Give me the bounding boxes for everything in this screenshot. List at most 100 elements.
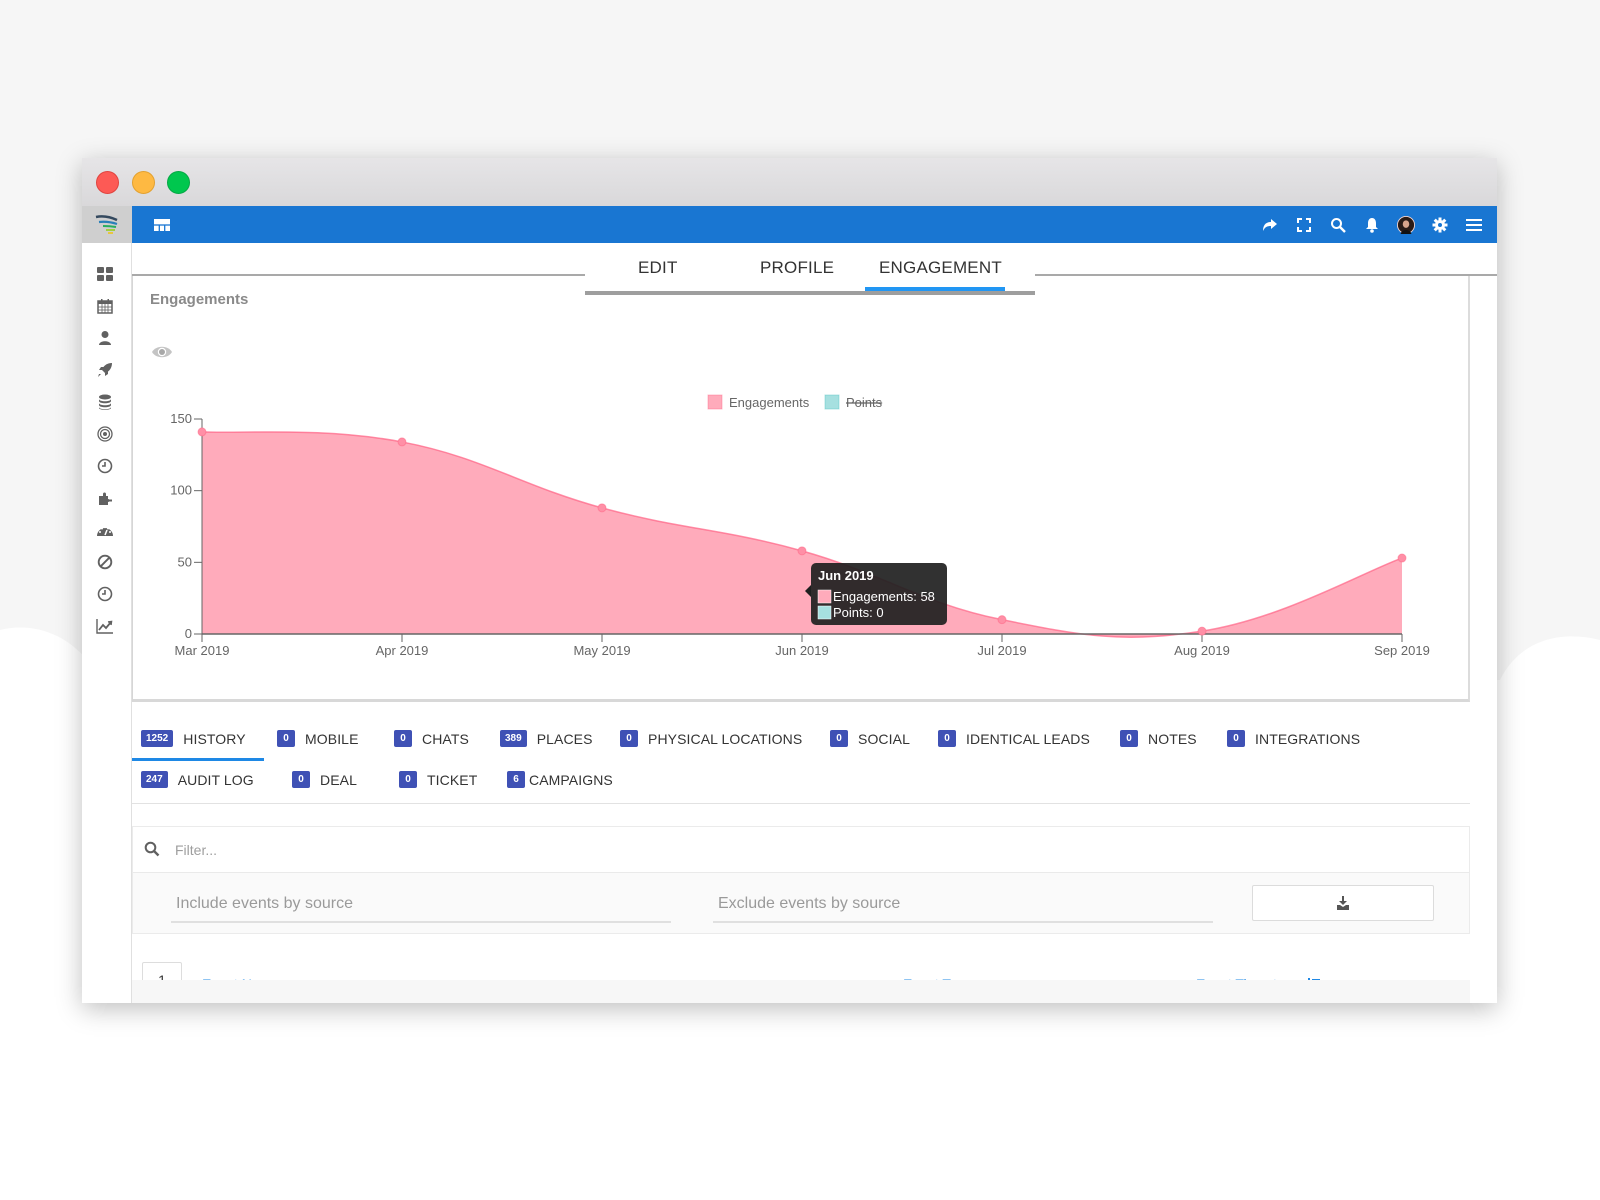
- subtab-label: AUDIT LOG: [177, 771, 254, 788]
- subtab-label: TICKET: [427, 771, 478, 788]
- count-badge: 0: [1120, 730, 1138, 747]
- subtab-label: HISTORY: [183, 730, 246, 747]
- minimize-window-button[interactable]: [132, 171, 155, 194]
- app-window: Engagements 0 50 100 150 Mar 2019 Apr 2019 May…: [82, 158, 1497, 1003]
- subtab-physical-locations[interactable]: 0 PHYSICAL LOCATIONS: [620, 730, 802, 747]
- sidebar-item-timeline[interactable]: [94, 583, 116, 605]
- sidebar-item-analytics[interactable]: [94, 615, 116, 637]
- export-download-button[interactable]: [1252, 885, 1434, 921]
- sidebar-item-targeting[interactable]: [94, 423, 116, 445]
- calendar-icon: [97, 299, 113, 314]
- tab-engagement[interactable]: ENGAGEMENT: [879, 258, 1002, 278]
- tab-profile[interactable]: PROFILE: [760, 258, 834, 278]
- gear-icon: [1432, 217, 1448, 232]
- data-point: [997, 615, 1007, 625]
- count-badge: 6: [507, 771, 525, 788]
- avatar[interactable]: [1397, 215, 1415, 234]
- include-source-input[interactable]: [171, 889, 671, 919]
- sidebar-item-campaigns[interactable]: [94, 359, 116, 381]
- logo-icon: [95, 214, 118, 234]
- subtab-label: MOBILE: [305, 730, 359, 747]
- notifications-button[interactable]: [1363, 216, 1381, 234]
- grid-menu-button[interactable]: [154, 218, 170, 231]
- legend-swatch-points: [824, 394, 840, 410]
- count-badge: 0: [1227, 730, 1245, 747]
- subtab-chats[interactable]: 0 CHATS: [394, 730, 469, 747]
- engagements-area: [202, 431, 1402, 638]
- hamburger-icon: [1466, 218, 1482, 231]
- subtab-notes[interactable]: 0 NOTES: [1120, 730, 1197, 747]
- share-icon: [1263, 218, 1277, 231]
- more-menu-button[interactable]: [1465, 216, 1483, 234]
- subtab-places[interactable]: 389 PLACES: [500, 730, 593, 747]
- line-chart-icon: [96, 619, 113, 634]
- sidebar-item-contacts[interactable]: [94, 327, 116, 349]
- subtab-deal[interactable]: 0 DEAL: [292, 771, 357, 788]
- share-button[interactable]: [1261, 216, 1279, 234]
- close-window-button[interactable]: [96, 171, 119, 194]
- data-point: [1197, 626, 1207, 636]
- count-badge: 0: [620, 730, 638, 747]
- sidebar: [82, 243, 132, 1003]
- sidebar-item-plugins[interactable]: [94, 487, 116, 509]
- x-tick-label: Aug 2019: [1174, 643, 1230, 658]
- subtab-label: PHYSICAL LOCATIONS: [648, 730, 803, 747]
- subtab-integrations[interactable]: 0 INTEGRATIONS: [1227, 730, 1360, 747]
- maximize-window-button[interactable]: [167, 171, 190, 194]
- subtab-label: CAMPAIGNS: [529, 771, 613, 788]
- rocket-icon: [98, 363, 112, 377]
- sidebar-item-reports[interactable]: [94, 519, 116, 541]
- exclude-source-input[interactable]: [713, 889, 1213, 919]
- subtab-identical-leads[interactable]: 0 IDENTICAL LEADS: [938, 730, 1090, 747]
- user-icon: [99, 331, 111, 345]
- tooltip-line-engagements: Engagements: 58: [833, 589, 935, 604]
- data-point: [797, 546, 807, 556]
- count-badge: 389: [500, 730, 527, 747]
- count-badge: 0: [830, 730, 848, 747]
- settings-button[interactable]: [1431, 216, 1449, 234]
- search-button[interactable]: [1329, 216, 1347, 234]
- sidebar-item-calendar[interactable]: [94, 295, 116, 317]
- subtab-label: INTEGRATIONS: [1255, 730, 1361, 747]
- subtab-social[interactable]: 0 SOCIAL: [830, 730, 910, 747]
- filter-input[interactable]: [175, 837, 1375, 863]
- count-badge: 0: [277, 730, 295, 747]
- tooltip-title: Jun 2019: [818, 568, 874, 583]
- data-point: [197, 427, 207, 437]
- active-tab-indicator: [865, 287, 1005, 291]
- app-logo[interactable]: [82, 206, 132, 243]
- legend-label-points: Points: [846, 395, 883, 410]
- sidebar-item-dashboard[interactable]: [94, 263, 116, 285]
- subtab-audit-log[interactable]: 247 AUDIT LOG: [141, 771, 254, 788]
- fullscreen-button[interactable]: [1295, 216, 1313, 234]
- subtab-mobile[interactable]: 0 MOBILE: [277, 730, 359, 747]
- sidebar-item-blocked[interactable]: [94, 551, 116, 573]
- clock-icon: [97, 458, 113, 474]
- sidebar-item-history[interactable]: [94, 455, 116, 477]
- data-point: [397, 437, 407, 447]
- activity-tabs: 1252 HISTORY 0 MOBILE 0 CHATS 389 PLACES…: [132, 718, 1470, 804]
- x-tick-label: Jul 2019: [977, 643, 1026, 658]
- fullscreen-icon: [1297, 217, 1311, 232]
- bell-icon: [1366, 217, 1378, 233]
- tooltip-swatch-engagements: [817, 589, 832, 604]
- subtab-label: DEAL: [320, 771, 357, 788]
- count-badge: 247: [141, 771, 168, 788]
- gauge-icon: [97, 526, 113, 536]
- x-tick-label: Apr 2019: [376, 643, 429, 658]
- event-filters: [132, 826, 1470, 934]
- data-point: [1397, 553, 1407, 563]
- y-tick-label: 50: [178, 554, 192, 569]
- count-badge: 0: [292, 771, 310, 788]
- subtab-history[interactable]: 1252 HISTORY: [141, 730, 246, 747]
- subtab-campaigns[interactable]: 6 CAMPAIGNS: [507, 771, 613, 788]
- y-tick-label: 150: [170, 411, 192, 426]
- legend-swatch-engagements: [707, 394, 723, 410]
- subtab-ticket[interactable]: 0 TICKET: [399, 771, 477, 788]
- sidebar-item-database[interactable]: [94, 391, 116, 413]
- count-badge: 0: [938, 730, 956, 747]
- engagements-chart: 0 50 100 150 Mar 2019 Apr 2019 May 2019 Jun 201…: [170, 394, 1430, 658]
- y-tick-label: 100: [170, 483, 192, 498]
- subtab-label: CHATS: [422, 730, 469, 747]
- tab-edit[interactable]: EDIT: [638, 258, 678, 278]
